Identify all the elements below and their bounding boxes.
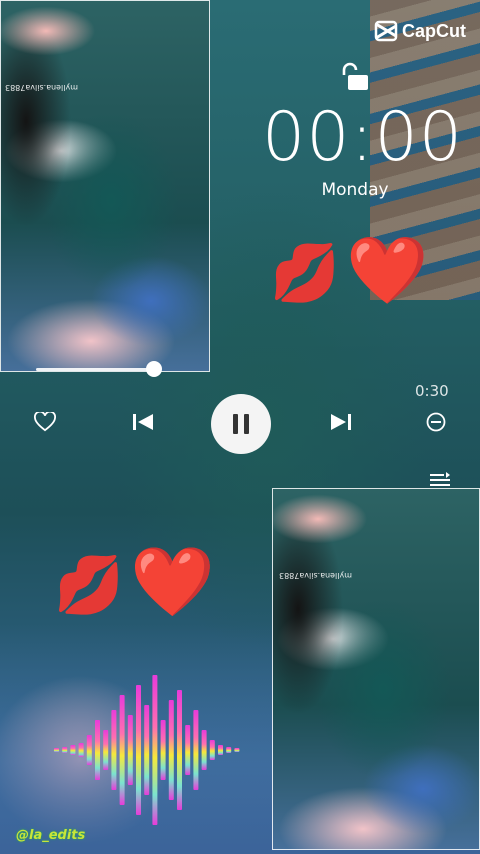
heart-icon[interactable] (34, 412, 56, 432)
previous-icon[interactable] (132, 412, 154, 432)
waveform-bar (54, 748, 59, 752)
waveform-bar (226, 747, 232, 753)
waveform-bar (193, 710, 199, 790)
photo-panel-bottom-right: myllena.silva7883 (272, 488, 480, 850)
heart-sticker: ❤️ (130, 543, 215, 622)
waveform-bar (234, 748, 240, 752)
progress-bar[interactable] (36, 368, 156, 371)
panel-photo (273, 489, 479, 849)
lockscreen-time: 00:00 (262, 98, 463, 177)
minus-circle-icon[interactable] (426, 412, 446, 432)
next-icon[interactable] (330, 412, 352, 432)
waveform-bar (218, 745, 223, 755)
waveform-bar (78, 743, 84, 757)
waveform-bar (119, 695, 125, 805)
waveform-bar (127, 715, 133, 785)
waveform-bar (111, 710, 117, 790)
panel-photo (1, 1, 209, 371)
waveform-bar (152, 675, 158, 825)
elapsed-time: 0:30 (415, 382, 449, 400)
kiss-sticker: 💋 (54, 553, 124, 618)
capcut-icon (374, 20, 398, 42)
waveform-bar (103, 730, 109, 770)
progress-knob[interactable] (146, 361, 162, 377)
lockscreen-day: Monday (321, 180, 389, 200)
unlock-icon[interactable] (338, 62, 370, 92)
waveform-bar (144, 705, 150, 795)
panel-caption: myllena.silva7883 (5, 83, 79, 92)
audio-waveform (54, 675, 240, 825)
pause-button[interactable] (211, 394, 271, 454)
waveform-bar (168, 700, 174, 800)
panel-caption: myllena.silva7883 (279, 571, 353, 580)
waveform-bar (136, 685, 141, 815)
waveform-bar (62, 747, 68, 753)
waveform-bar (86, 735, 92, 765)
waveform-bars (54, 675, 240, 825)
kiss-sticker: 💋 (270, 241, 340, 306)
waveform-bar (160, 720, 166, 780)
pause-icon (233, 414, 238, 434)
waveform-bar (70, 745, 76, 755)
watermark: @la_edits (16, 828, 86, 843)
photo-panel-top-left: myllena.silva7883 (0, 0, 210, 372)
waveform-bar (201, 730, 207, 770)
waveform-bar (209, 740, 215, 760)
logo-text: CapCut (402, 20, 466, 41)
waveform-bar (185, 725, 191, 775)
waveform-bar (177, 690, 182, 810)
waveform-bar (95, 720, 100, 780)
playlist-icon[interactable] (430, 472, 450, 488)
heart-sticker: ❤️ (346, 232, 429, 309)
capcut-logo: CapCut (374, 20, 466, 42)
